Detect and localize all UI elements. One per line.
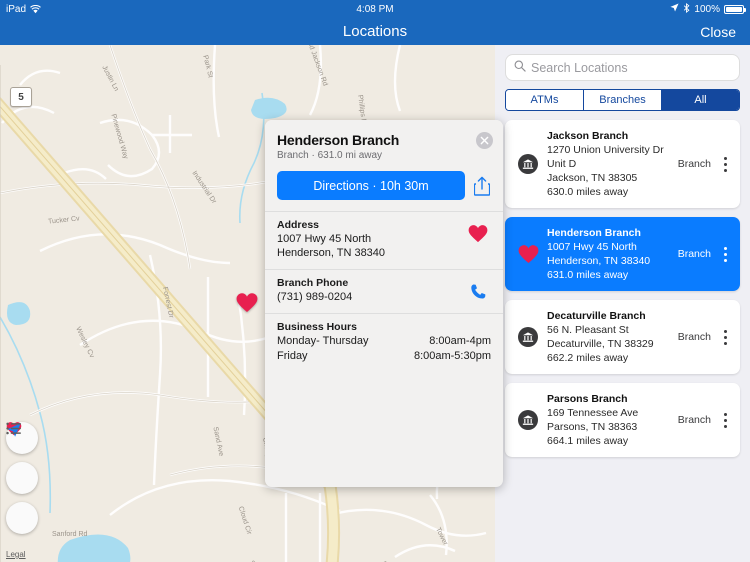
location-distance: 631.0 miles away — [547, 269, 629, 281]
search-icon — [514, 59, 526, 77]
locate-me-button[interactable] — [6, 423, 38, 494]
more-vertical-icon[interactable] — [718, 246, 732, 262]
search-input[interactable] — [531, 60, 731, 75]
address-label: Address — [277, 219, 320, 231]
list-item[interactable]: Henderson Branch 1007 Hwy 45 North Hende… — [505, 217, 740, 291]
bank-icon — [513, 410, 543, 430]
location-type: Branch — [677, 248, 711, 260]
hours-time: 8:00am-4pm — [429, 335, 491, 347]
location-name: Decaturville Branch — [547, 310, 646, 322]
more-vertical-icon[interactable] — [718, 329, 732, 345]
battery-percent-label: 100% — [694, 3, 720, 15]
bank-icon — [513, 327, 543, 347]
location-distance: 630.0 miles away — [547, 186, 629, 198]
hours-days: Monday- Thursday — [277, 335, 369, 347]
more-vertical-icon[interactable] — [718, 412, 732, 428]
location-city: Henderson, TN 38340 — [547, 255, 651, 267]
heart-pin-icon[interactable] — [236, 293, 258, 313]
favorite-toggle[interactable] — [465, 219, 491, 243]
list-item[interactable]: Decaturville Branch 56 N. Pleasant St De… — [505, 300, 740, 374]
list-item-body: Henderson Branch 1007 Hwy 45 North Hende… — [543, 226, 671, 282]
close-button[interactable]: Close — [700, 24, 736, 40]
status-bar: iPad 4:08 PM 100% — [0, 0, 750, 18]
directions-button[interactable]: Directions · 10h 30m — [277, 171, 465, 200]
location-city: Decaturville, TN 38329 — [547, 338, 654, 350]
map-controls — [6, 422, 38, 534]
phone-icon — [470, 284, 485, 299]
bluetooth-icon — [683, 2, 690, 16]
list-item-body: Parsons Branch 169 Tennessee Ave Parsons… — [543, 392, 671, 448]
segment-atms[interactable]: ATMs — [506, 90, 584, 110]
battery-full-icon — [724, 4, 746, 14]
location-city: Parsons, TN 38363 — [547, 421, 638, 433]
hours-entry: Friday 8:00am-5:30pm — [277, 349, 491, 364]
location-name: Jackson Branch — [547, 130, 629, 142]
hours-row: Business Hours Monday- Thursday 8:00am-4… — [265, 313, 503, 373]
location-distance: 662.2 miles away — [547, 352, 629, 364]
location-city: Jackson, TN 38305 — [547, 172, 638, 184]
search-container — [495, 45, 750, 89]
hours-entry: Monday- Thursday 8:00am-4pm — [277, 334, 491, 349]
page-title: Locations — [342, 23, 408, 40]
locations-panel: ATMs Branches All — [495, 45, 750, 562]
location-type: Branch — [677, 331, 711, 343]
location-address: 1007 Hwy 45 North — [547, 241, 637, 253]
list-item-body: Decaturville Branch 56 N. Pleasant St De… — [543, 309, 671, 365]
phone-row: Branch Phone (731) 989-0204 — [265, 269, 503, 313]
location-type: Branch — [677, 414, 711, 426]
navigation-bar: Locations Close — [0, 18, 750, 45]
location-address: 169 Tennessee Ave — [547, 407, 639, 419]
location-name: Henderson Branch — [547, 227, 641, 239]
phone-label: Branch Phone — [277, 277, 349, 289]
location-address: 56 N. Pleasant St — [547, 324, 629, 336]
bank-icon — [513, 154, 543, 174]
location-type-segmented-control: ATMs Branches All — [505, 89, 740, 111]
highway-shield: 5 — [10, 87, 32, 107]
location-address: 1270 Union University Dr Unit D — [547, 144, 664, 170]
list-item[interactable]: Jackson Branch 1270 Union University Dr … — [505, 120, 740, 208]
location-type: Branch — [677, 158, 711, 170]
location-detail-callout: Henderson Branch Branch · 631.0 mi away … — [265, 120, 503, 487]
locations-list: Jackson Branch 1270 Union University Dr … — [495, 120, 750, 457]
location-name: Parsons Branch — [547, 393, 628, 405]
heart-filled-icon — [513, 244, 543, 264]
address-line2: Henderson, TN 38340 — [277, 247, 386, 259]
callout-subtitle: Branch · 631.0 mi away — [277, 150, 383, 161]
address-row: Address 1007 Hwy 45 North Henderson, TN … — [265, 211, 503, 269]
list-item-body: Jackson Branch 1270 Union University Dr … — [543, 129, 671, 199]
segment-branches[interactable]: Branches — [584, 90, 662, 110]
status-bar-right: 100% — [670, 2, 746, 16]
list-icon — [6, 422, 21, 435]
share-icon[interactable] — [473, 175, 491, 197]
more-vertical-icon[interactable] — [718, 156, 732, 172]
location-distance: 664.1 miles away — [547, 435, 629, 447]
location-arrow-icon — [670, 3, 679, 15]
callout-actions: Directions · 10h 30m — [265, 171, 503, 211]
address-line1: 1007 Hwy 45 North — [277, 233, 372, 245]
phone-value: (731) 989-0204 — [277, 291, 353, 303]
legal-link[interactable]: Legal — [6, 550, 26, 559]
search-bar[interactable] — [505, 54, 740, 81]
list-view-button[interactable] — [6, 422, 38, 534]
locations-screen: iPad 4:08 PM 100% Locations Close 5 Just… — [0, 0, 750, 562]
hours-label: Business Hours — [277, 321, 357, 333]
call-button[interactable] — [465, 277, 491, 300]
callout-title: Henderson Branch — [277, 132, 400, 148]
heart-filled-icon — [468, 225, 488, 243]
hours-days: Friday — [277, 350, 308, 362]
callout-header: Henderson Branch Branch · 631.0 mi away — [265, 120, 503, 171]
hours-time: 8:00am-5:30pm — [413, 350, 491, 362]
close-icon[interactable] — [476, 132, 493, 149]
clock: 4:08 PM — [356, 3, 394, 15]
list-item[interactable]: Parsons Branch 169 Tennessee Ave Parsons… — [505, 383, 740, 457]
segment-all[interactable]: All — [662, 90, 739, 110]
